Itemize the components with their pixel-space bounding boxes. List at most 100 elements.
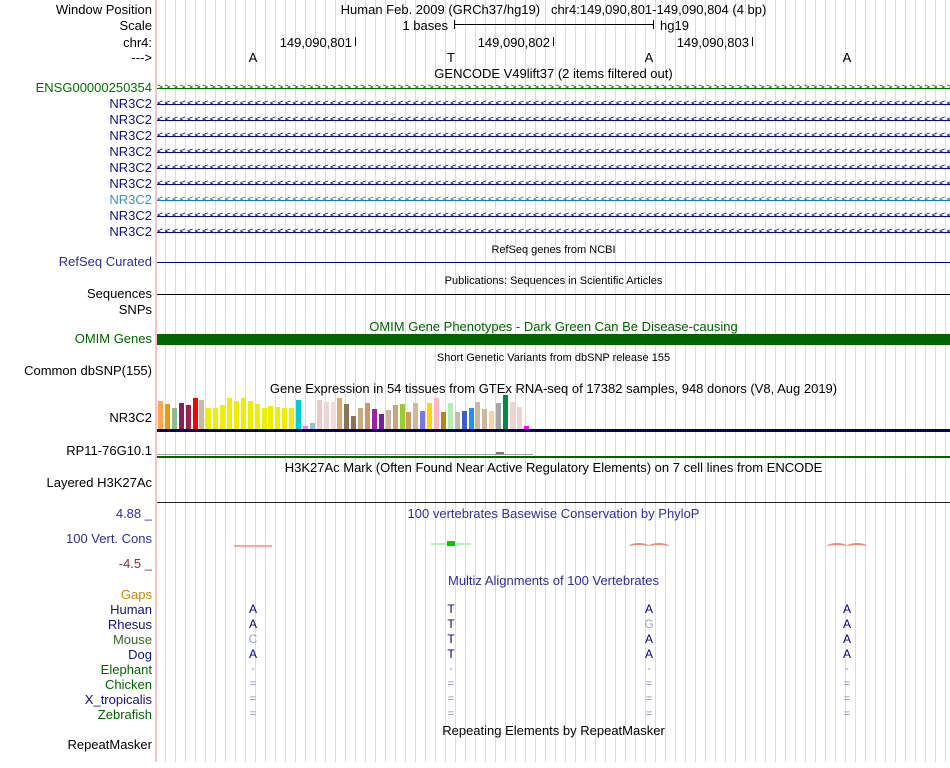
gtex-tissue-bar[interactable] [413,403,419,429]
gtex-tissue-bar[interactable] [475,402,481,429]
gtex-tissue-bar[interactable] [378,414,384,429]
gtex-tissue-bar[interactable] [489,411,495,429]
gene-label-nr3c2[interactable]: NR3C2 [0,144,152,160]
gtex-tissue-bar[interactable] [233,401,239,429]
track-label-h3k27ac[interactable]: Layered H3K27Ac [0,475,152,491]
track-label-gaps[interactable]: Gaps [0,587,152,603]
gene-strand-arrows[interactable]: <<<<<<<<<<<<<<<<<<<<<<<<<<<<<<<<<<<<<<<<… [157,224,950,240]
refseq-curated-item-line[interactable] [157,262,950,263]
gtex-tissue-bar[interactable] [227,398,232,429]
alignment-base-elephant: - [251,663,255,675]
alignment-base-human: A [842,602,852,616]
gtex-tissue-bar[interactable] [199,400,205,429]
gtex-expression-bar-chart[interactable] [157,395,950,429]
gtex-tissue-bar[interactable] [158,401,163,429]
gtex-tissue-bar[interactable] [420,411,426,429]
gtex-tissue-bar[interactable] [296,400,301,429]
gtex-tissue-bar[interactable] [185,405,191,429]
gtex-tissue-bar[interactable] [213,408,219,429]
gtex-tissue-bar[interactable] [323,402,329,429]
gtex-tissue-bar[interactable] [240,398,246,429]
rp11-grey-line[interactable] [157,454,533,455]
track-label-conservation[interactable]: 100 Vert. Cons [0,531,152,547]
species-label-rhesus[interactable]: Rhesus [0,617,152,632]
gtex-tissue-bar[interactable] [247,401,253,429]
gene-label-nr3c2[interactable]: NR3C2 [0,192,152,208]
omim-gene-bar[interactable] [157,334,950,345]
gene-label-nr3c2[interactable]: NR3C2 [0,160,152,176]
gtex-tissue-bar[interactable] [399,404,405,429]
gene-strand-arrows[interactable]: <<<<<<<<<<<<<<<<<<<<<<<<<<<<<<<<<<<<<<<<… [157,160,950,176]
gtex-tissue-bar[interactable] [503,395,508,429]
gtex-tissue-bar[interactable] [371,409,377,429]
gtex-tissue-bar[interactable] [434,398,439,429]
gene-strand-arrows[interactable]: <<<<<<<<<<<<<<<<<<<<<<<<<<<<<<<<<<<<<<<<… [157,144,950,160]
track-label-sequences[interactable]: Sequences [0,286,152,302]
gene-strand-arrows[interactable]: <<<<<<<<<<<<<<<<<<<<<<<<<<<<<<<<<<<<<<<<… [157,208,950,224]
gtex-tissue-bar[interactable] [496,403,502,429]
gene-strand-arrows[interactable]: <<<<<<<<<<<<<<<<<<<<<<<<<<<<<<<<<<<<<<<<… [157,176,950,192]
gene-label-nr3c2[interactable]: NR3C2 [0,208,152,224]
gtex-tissue-bar[interactable] [516,407,522,429]
gtex-tissue-bar[interactable] [406,412,412,429]
species-label-mouse[interactable]: Mouse [0,632,152,647]
species-label-zebrafish[interactable]: Zebrafish [0,707,152,722]
gtex-tissue-bar[interactable] [440,412,446,429]
gene-strand-arrows[interactable]: <<<<<<<<<<<<<<<<<<<<<<<<<<<<<<<<<<<<<<<<… [157,112,950,128]
gtex-tissue-bar[interactable] [275,407,281,429]
track-label-rp11[interactable]: RP11-76G10.1 [0,443,152,459]
gtex-tissue-bar[interactable] [509,402,515,429]
gene-strand-arrows[interactable]: <<<<<<<<<<<<<<<<<<<<<<<<<<<<<<<<<<<<<<<<… [157,96,950,112]
gene-strand-arrows[interactable]: <<<<<<<<<<<<<<<<<<<<<<<<<<<<<<<<<<<<<<<<… [157,128,950,144]
track-label-omim-genes[interactable]: OMIM Genes [0,331,152,347]
gtex-tissue-bar[interactable] [351,416,357,429]
gtex-tissue-bar[interactable] [330,402,336,429]
alignment-base-zebrafish: = [249,708,257,720]
gene-strand-arrows[interactable]: <<<<<<<<<<<<<<<<<<<<<<<<<<<<<<<<<<<<<<<<… [157,192,950,208]
gtex-tissue-bar[interactable] [337,398,343,429]
species-label-x_tropicalis[interactable]: X_tropicalis [0,692,152,707]
track-label-snps[interactable]: SNPs [0,302,152,318]
gtex-tissue-bar[interactable] [454,412,460,429]
gene-label-nr3c2[interactable]: NR3C2 [0,96,152,112]
track-label-refseq-curated[interactable]: RefSeq Curated [0,254,152,270]
species-label-elephant[interactable]: Elephant [0,662,152,677]
rp11-gene-line[interactable] [157,456,950,458]
gtex-tissue-bar[interactable] [358,408,364,429]
gtex-tissue-bar[interactable] [385,410,391,429]
gtex-tissue-bar[interactable] [254,404,260,429]
gene-label-nr3c2[interactable]: NR3C2 [0,176,152,192]
gtex-tissue-bar[interactable] [178,403,184,429]
gtex-tissue-bar[interactable] [171,408,177,429]
species-label-chicken[interactable]: Chicken [0,677,152,692]
gtex-tissue-bar[interactable] [482,409,488,429]
gtex-tissue-bar[interactable] [220,405,226,429]
gtex-tissue-bar[interactable] [447,403,453,429]
gene-strand-arrows[interactable]: >>>>>>>>>>>>>>>>>>>>>>>>>>>>>>>>>>>>>>>>… [157,80,950,96]
sequences-item-line[interactable] [157,294,950,295]
track-label-gtex-gene[interactable]: NR3C2 [0,410,152,426]
gtex-tissue-bar[interactable] [261,408,267,429]
gene-label-ensg00000250354[interactable]: ENSG00000250354 [0,80,152,96]
gtex-tissue-bar[interactable] [468,408,474,429]
gtex-tissue-bar[interactable] [365,403,370,429]
gtex-tissue-bar[interactable] [282,408,288,429]
gtex-tissue-bar[interactable] [289,408,295,429]
gtex-tissue-bar[interactable] [316,400,322,429]
gtex-tissue-bar[interactable] [164,404,170,429]
gene-label-nr3c2[interactable]: NR3C2 [0,224,152,240]
gtex-tissue-bar[interactable] [206,408,212,429]
species-label-human[interactable]: Human [0,602,152,617]
species-label-dog[interactable]: Dog [0,647,152,662]
gtex-tissue-bar[interactable] [427,403,433,429]
track-label-repeatmasker[interactable]: RepeatMasker [0,737,152,753]
gtex-tissue-bar[interactable] [268,406,274,429]
gene-label-nr3c2[interactable]: NR3C2 [0,112,152,128]
track-label-common-dbsnp[interactable]: Common dbSNP(155) [0,363,152,379]
gtex-tissue-bar[interactable] [392,405,398,429]
gtex-tissue-bar[interactable] [192,398,198,429]
strand-direction-label[interactable]: ---> [0,50,152,66]
gtex-tissue-bar[interactable] [344,404,350,429]
gtex-tissue-bar[interactable] [461,411,467,429]
gene-label-nr3c2[interactable]: NR3C2 [0,128,152,144]
